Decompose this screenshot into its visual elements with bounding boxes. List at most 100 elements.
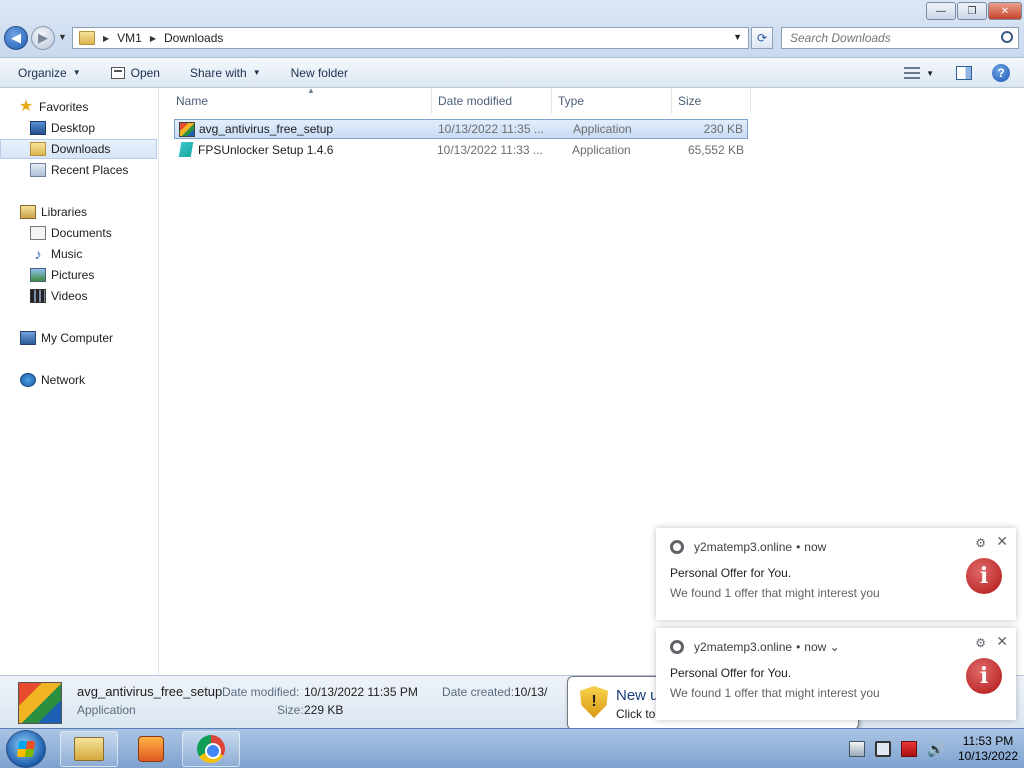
taskbar-media-player[interactable] [122,731,180,767]
nav-label: Music [51,247,83,261]
file-type: Application [573,122,632,136]
warning-shield-icon: ! [580,686,608,718]
organize-button[interactable]: Organize ▼ [18,66,81,80]
window-controls: — ❐ ✕ [926,2,1022,20]
minimize-button[interactable]: — [926,2,956,20]
taskbar-explorer[interactable] [60,731,118,767]
clock[interactable]: 11:53 PM 10/13/2022 [958,734,1018,764]
volume-icon[interactable]: 🔊 [927,741,944,757]
nav-videos[interactable]: Videos [0,286,157,306]
music-icon: ♪ [34,246,42,262]
search-icon[interactable] [1001,31,1013,43]
chevron-right-icon[interactable]: ▶ [150,34,156,43]
new-folder-button[interactable]: New folder [291,66,348,80]
share-with-button[interactable]: Share with ▼ [190,66,261,80]
open-button[interactable]: Open [110,65,160,80]
nav-libraries[interactable]: Libraries [0,202,157,222]
toast-source: y2matemp3.online • now [694,540,826,554]
toast-time: now [804,640,827,654]
taskbar-chrome[interactable] [182,731,240,767]
column-header-date-modified[interactable]: Date modified [432,88,552,114]
chevron-down-icon: ▼ [252,68,261,77]
action-center-icon[interactable] [848,741,865,757]
gear-icon[interactable]: ⚙ [975,636,986,650]
nav-pictures[interactable]: Pictures [0,265,157,285]
file-date-modified: 10/13/2022 11:35 ... [438,122,544,136]
network-tray-icon[interactable] [874,741,891,757]
notification-toast[interactable]: y2matemp3.online • now ⚙ ✕ Personal Offer … [656,528,1016,620]
toast-time: now [804,540,827,554]
dot-separator: • [796,540,801,554]
documents-icon [30,226,46,240]
search-box[interactable] [781,27,1019,49]
recent-pages-dropdown[interactable]: ▼ [58,32,67,42]
refresh-button[interactable]: ⟳ [751,27,773,49]
nav-desktop[interactable]: Desktop [0,118,157,138]
back-button[interactable]: ◀ [4,26,28,50]
breadcrumb-vm1[interactable]: VM1 [117,31,142,45]
nav-label: Downloads [51,142,111,156]
details-date-modified-label: Date modified: [222,685,300,699]
gear-icon[interactable]: ⚙ [975,536,986,550]
change-view-icon[interactable] [904,67,921,79]
close-button[interactable]: ✕ [988,2,1022,20]
balloon-title: New u [616,687,659,704]
chevron-down-icon[interactable]: ▼ [926,69,934,78]
details-size-label: Size: [277,703,304,717]
nav-favorites[interactable]: ★ Favorites [18,97,157,117]
command-bar: Organize ▼ Open Share with ▼ New folder … [0,58,1024,88]
start-button[interactable] [6,730,46,768]
address-dropdown-icon[interactable]: ▼ [733,32,742,42]
nav-music[interactable]: ♪ Music [0,244,157,264]
pictures-icon [30,268,46,282]
nav-documents[interactable]: Documents [0,223,157,243]
nav-label: Favorites [39,100,89,114]
file-row[interactable]: FPSUnlocker Setup 1.4.6 10/13/2022 11:33… [174,140,748,160]
column-label: Type [558,94,585,108]
toast-body: We found 1 offer that might interest you [670,686,880,700]
column-header-name[interactable]: Name ▲ [170,86,432,114]
open-label: Open [130,65,160,80]
close-icon[interactable]: ✕ [996,633,1008,650]
star-icon: ★ [18,98,34,115]
address-bar[interactable]: ▶ VM1 ▶ Downloads ▼ [72,27,749,49]
toast-source-text: y2matemp3.online [694,640,793,654]
search-input[interactable] [790,31,990,45]
file-row[interactable]: avg_antivirus_free_setup 10/13/2022 11:3… [174,119,748,139]
flag-alert-icon[interactable] [900,741,917,757]
column-header-size[interactable]: Size [672,88,751,114]
chevron-down-icon: ▼ [72,68,81,77]
column-header-type[interactable]: Type [552,88,672,114]
breadcrumb-downloads[interactable]: Downloads [164,31,223,45]
column-label: Size [678,94,702,108]
file-date-modified: 10/13/2022 11:33 ... [437,143,543,157]
chrome-icon [670,640,684,654]
nav-label: Libraries [41,205,88,219]
help-icon[interactable]: ? [992,64,1010,82]
info-icon: i [966,658,1002,694]
nav-label: Pictures [51,268,95,282]
navigation-pane: ★ Favorites Desktop Downloads Recent Pla… [0,88,159,675]
balloon-text: Click to [616,707,656,721]
nav-downloads[interactable]: Downloads [0,139,157,159]
sort-ascending-icon: ▲ [307,86,315,95]
network-icon [20,373,36,387]
close-icon[interactable]: ✕ [996,533,1008,550]
chevron-right-icon[interactable]: ▶ [103,34,109,43]
notification-toast[interactable]: y2matemp3.online • now ⌄ ⚙ ✕ Personal Offe… [656,628,1016,720]
preview-pane-icon[interactable] [956,66,972,80]
nav-label: Documents [51,226,112,240]
details-date-created-label: Date created: [442,685,515,699]
restore-button[interactable]: ❐ [957,2,987,20]
file-size: 230 KB [703,122,743,136]
forward-button[interactable]: ▶ [31,26,55,50]
folder-icon [79,31,95,45]
explorer-icon [74,737,104,761]
nav-recent-places[interactable]: Recent Places [0,160,157,180]
file-size: 65,552 KB [687,143,744,157]
chevron-down-icon[interactable]: ⌄ [830,640,840,654]
libraries-icon [20,205,36,219]
nav-network[interactable]: Network [0,370,157,390]
nav-my-computer[interactable]: My Computer [0,328,157,348]
taskbar: 🔊 11:53 PM 10/13/2022 [0,728,1024,768]
